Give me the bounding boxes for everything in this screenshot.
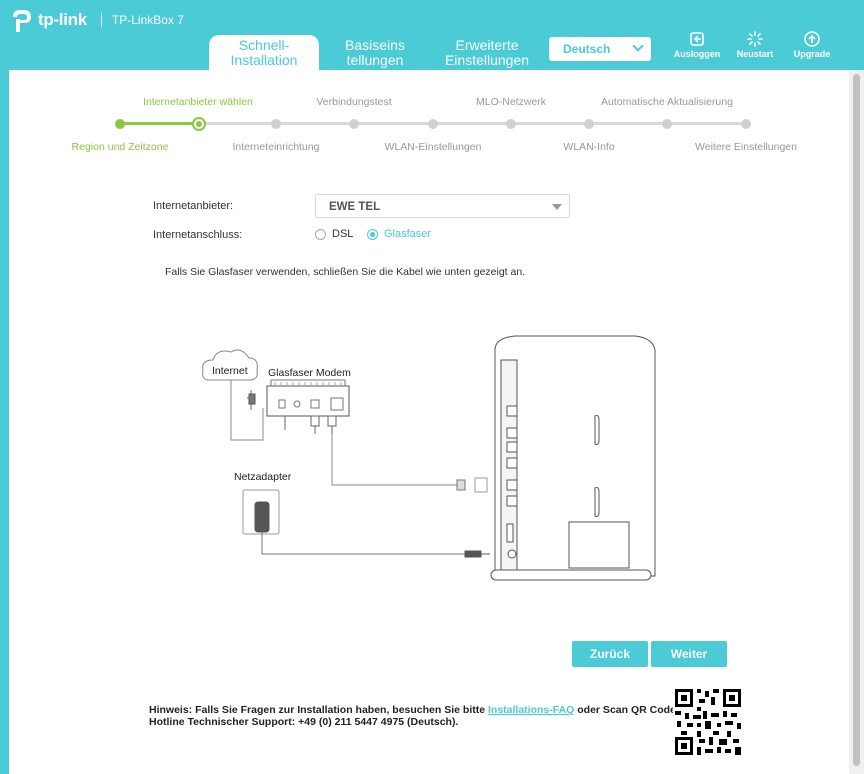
provider-value: EWE TEL: [329, 201, 381, 213]
provider-label: Internetanbieter:: [153, 200, 234, 212]
reboot-icon: [747, 31, 763, 47]
upgrade-button[interactable]: Upgrade: [786, 31, 838, 59]
scrollbar-thumb[interactable]: [853, 74, 860, 766]
diagram-adapter-label: Netzadapter: [234, 471, 292, 483]
step-dot-1: [115, 119, 125, 129]
step-label-7: WLAN-Info: [563, 141, 615, 153]
brand-name: tp-link: [38, 10, 87, 29]
instruction-text: Falls Sie Glasfaser verwenden, schließen…: [165, 266, 526, 278]
step-label-5: WLAN-Einstellungen: [384, 141, 482, 153]
next-button[interactable]: Weiter: [651, 641, 727, 667]
scrollbar[interactable]: [849, 70, 864, 774]
step-dot-7: [584, 119, 594, 129]
progress-line-done: [120, 122, 200, 125]
diagram-internet-label: Internet: [212, 365, 248, 377]
connection-diagram: [202, 335, 656, 581]
step-label-9: Weitere Einstellungen: [695, 141, 797, 153]
language-value: Deutsch: [563, 42, 611, 56]
radio-glasfaser-label: Glasfaser: [384, 228, 432, 240]
tab-quick-setup[interactable]: Schnell- Installation: [209, 35, 319, 71]
step-dot-2: [192, 117, 206, 131]
step-dot-9: [741, 119, 751, 129]
step-label-8: Automatische Aktualisierung: [601, 96, 733, 108]
step-label-3: Interneteinrichtung: [232, 141, 320, 153]
radio-circle[interactable]: [367, 228, 378, 240]
logout-button[interactable]: Ausloggen: [671, 31, 723, 59]
reboot-button[interactable]: Neustart: [729, 31, 781, 59]
language-select[interactable]: Deutsch: [549, 37, 651, 61]
radio-dsl[interactable]: DSL: [315, 228, 353, 240]
faq-link[interactable]: Installations-FAQ: [488, 704, 574, 716]
logout-icon: [690, 32, 704, 46]
diagram-modem-label: Glasfaser Modem: [268, 367, 351, 379]
step-dot-8: [662, 119, 672, 129]
upgrade-icon: [804, 31, 820, 47]
tab-basic-settings[interactable]: Basiseins tellungen: [330, 35, 420, 71]
radio-circle[interactable]: [315, 228, 326, 240]
note-prefix: Hinweis: Falls Sie Fragen zur Installati…: [149, 704, 486, 716]
chevron-down-icon: [632, 40, 644, 52]
back-button[interactable]: Zurück: [572, 641, 648, 667]
provider-select[interactable]: EWE TEL: [315, 194, 570, 218]
model-name: TP-LinkBox 7: [111, 13, 184, 27]
brand: tp-link TP-LinkBox 7: [10, 8, 184, 32]
note-suffix: oder Scan QR Code.: [577, 704, 679, 716]
tp-link-logo-icon: [10, 8, 34, 32]
step-dot-4: [349, 119, 359, 129]
connection-label: Internetanschluss:: [153, 229, 243, 241]
step-label-1: Region und Zeitzone: [71, 141, 169, 153]
brand-divider: [100, 13, 102, 27]
step-label-4: Verbindungstest: [316, 96, 392, 108]
step-dot-5: [428, 119, 438, 129]
help-note: Hinweis: Falls Sie Fragen zur Installati…: [149, 704, 679, 728]
radio-dsl-label: DSL: [332, 228, 354, 240]
step-dot-3: [271, 119, 281, 129]
qr-code: [673, 687, 743, 757]
step-label-6: MLO-Netzwerk: [475, 96, 547, 108]
radio-glasfaser[interactable]: Glasfaser: [367, 228, 431, 240]
dropdown-arrow-icon: [552, 204, 562, 210]
hotline-text: Hotline Technischer Support: +49 (0) 211…: [149, 716, 459, 728]
step-label-2: Internetanbieter wählen: [143, 96, 253, 108]
tab-advanced-settings[interactable]: Erweiterte Einstellungen: [432, 35, 542, 71]
step-dot-6: [506, 119, 516, 129]
